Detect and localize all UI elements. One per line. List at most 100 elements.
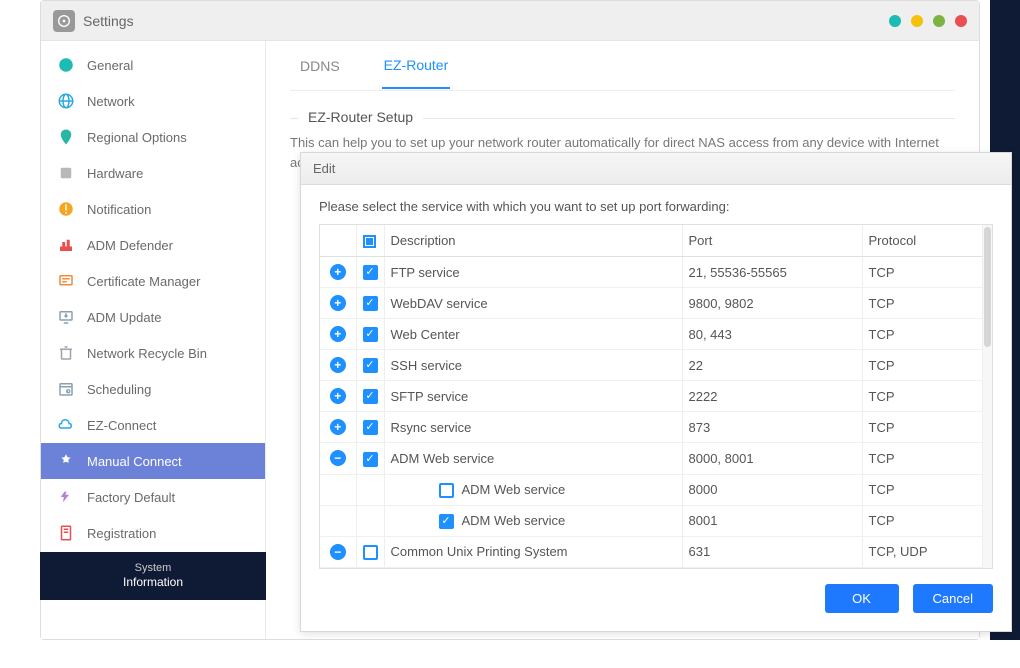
row-checkbox-cell[interactable] [356,381,384,412]
row-checkbox[interactable] [363,296,378,311]
row-checkbox-cell[interactable] [356,288,384,319]
sidebar-item-hardware[interactable]: Hardware [41,155,265,191]
row-protocol: TCP [862,288,982,319]
dialog-instruction: Please select the service with which you… [319,199,993,214]
sidebar-item-ezconnect[interactable]: EZ-Connect [41,407,265,443]
network-icon [57,92,75,110]
header-checkbox[interactable] [356,225,384,257]
service-row[interactable]: +SFTP service2222TCP [320,381,982,412]
row-expand-cell[interactable]: + [320,350,356,381]
sidebar-item-defender[interactable]: ADM Defender [41,227,265,263]
row-protocol: TCP, UDP [862,536,982,567]
cancel-button[interactable]: Cancel [913,584,993,613]
traffic-dot-2[interactable] [911,15,923,27]
cert-icon [57,272,75,290]
row-checkbox-cell[interactable] [356,443,384,474]
sidebar-item-label: Certificate Manager [87,274,200,289]
row-checkbox[interactable] [363,389,378,404]
collapse-icon[interactable]: − [330,450,346,466]
service-row[interactable]: −Common Unix Printing System631TCP, UDP [320,536,982,567]
row-expand-cell[interactable]: + [320,381,356,412]
row-checkbox[interactable] [363,327,378,342]
row-expand-cell[interactable]: − [320,443,356,474]
row-description: FTP service [384,257,682,288]
sidebar-item-scheduling[interactable]: Scheduling [41,371,265,407]
sidebar-item-recycle[interactable]: Network Recycle Bin [41,335,265,371]
recycle-icon [57,344,75,362]
row-expand-cell[interactable]: + [320,319,356,350]
expand-icon[interactable]: + [330,295,346,311]
sidebar-item-general[interactable]: General [41,47,265,83]
service-row[interactable]: +WebDAV service9800, 9802TCP [320,288,982,319]
row-checkbox[interactable] [363,358,378,373]
sidebar-item-label: EZ-Connect [87,418,156,433]
row-port: 873 [682,412,862,443]
row-description: Web Center [384,319,682,350]
expand-icon[interactable]: + [330,388,346,404]
service-row[interactable]: −ADM Web service8000, 8001TCP [320,443,982,474]
scheduling-icon [57,380,75,398]
row-checkbox-cell[interactable] [356,350,384,381]
sidebar-item-registration[interactable]: Registration [41,515,265,551]
row-description: SSH service [384,350,682,381]
row-checkbox-cell[interactable] [356,412,384,443]
row-checkbox[interactable] [363,452,378,467]
system-info-strip: System Information [40,552,266,600]
traffic-dot-4[interactable] [955,15,967,27]
sidebar-item-cert[interactable]: Certificate Manager [41,263,265,299]
sidebar-item-label: Network [87,94,135,109]
service-row[interactable]: ADM Web service8000TCP [320,474,982,505]
service-row[interactable]: +Web Center80, 443TCP [320,319,982,350]
row-checkbox[interactable] [363,545,378,560]
settings-app-icon [53,10,75,32]
row-checkbox-cell[interactable] [356,319,384,350]
row-protocol: TCP [862,412,982,443]
tab-ez-router[interactable]: EZ-Router [382,43,451,89]
service-row[interactable]: +Rsync service873TCP [320,412,982,443]
sidebar-item-label: Network Recycle Bin [87,346,207,361]
traffic-dot-1[interactable] [889,15,901,27]
service-table-scroll[interactable]: Description Port Protocol +FTP service21… [320,225,982,568]
row-description: Common Unix Printing System [384,536,682,567]
header-description[interactable]: Description [384,225,682,257]
header-protocol[interactable]: Protocol [862,225,982,257]
row-expand-cell[interactable]: + [320,257,356,288]
header-port[interactable]: Port [682,225,862,257]
service-row[interactable]: ADM Web service8001TCP [320,505,982,536]
row-checkbox-cell[interactable] [356,536,384,567]
traffic-dot-3[interactable] [933,15,945,27]
row-checkbox[interactable] [363,420,378,435]
row-expand-cell[interactable]: + [320,288,356,319]
header-checkbox-icon[interactable] [363,235,376,248]
row-port: 8001 [682,505,862,536]
service-row[interactable]: +FTP service21, 55536-55565TCP [320,257,982,288]
expand-icon[interactable]: + [330,419,346,435]
expand-icon[interactable]: + [330,264,346,280]
expand-icon[interactable]: + [330,326,346,342]
row-protocol: TCP [862,381,982,412]
sidebar-item-update[interactable]: ADM Update [41,299,265,335]
table-scrollbar[interactable] [982,225,992,568]
sidebar-item-factory[interactable]: Factory Default [41,479,265,515]
expand-icon[interactable]: + [330,357,346,373]
row-expand-cell[interactable]: − [320,536,356,567]
update-icon [57,308,75,326]
row-checkbox-cell[interactable] [356,257,384,288]
sidebar-item-network[interactable]: Network [41,83,265,119]
row-checkbox[interactable] [363,265,378,280]
row-checkbox[interactable] [439,514,454,529]
sidebar-item-notification[interactable]: Notification [41,191,265,227]
scrollbar-thumb[interactable] [984,227,991,347]
service-row[interactable]: +SSH service22TCP [320,350,982,381]
row-port: 2222 [682,381,862,412]
sidebar-item-label: ADM Update [87,310,161,325]
row-expand-cell[interactable]: + [320,412,356,443]
sidebar-item-regional[interactable]: Regional Options [41,119,265,155]
ok-button[interactable]: OK [825,584,899,613]
tab-ddns[interactable]: DDNS [298,44,342,88]
sidebar-item-manual[interactable]: Manual Connect [41,443,265,479]
row-port: 22 [682,350,862,381]
collapse-icon[interactable]: − [330,544,346,560]
row-checkbox[interactable] [439,483,454,498]
sidebar-item-label: ADM Defender [87,238,173,253]
